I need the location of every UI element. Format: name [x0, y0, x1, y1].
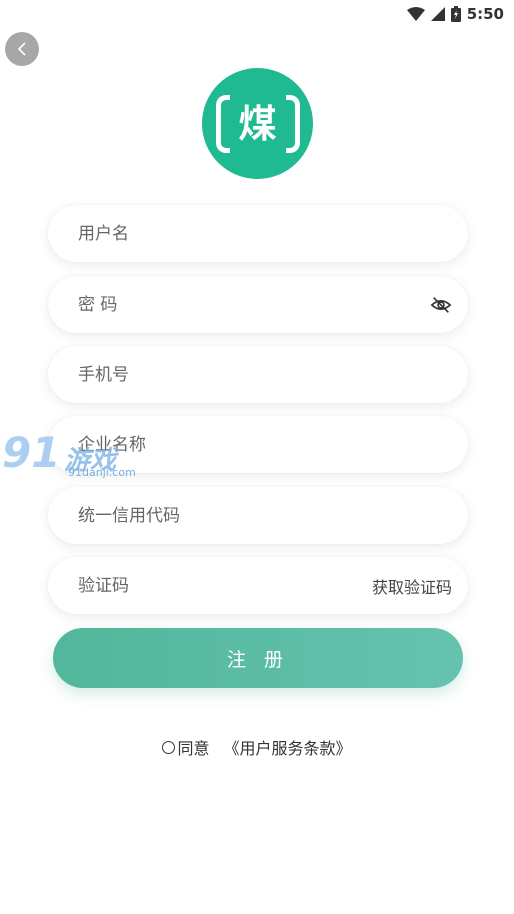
password-input[interactable]	[76, 293, 430, 316]
back-button[interactable]	[5, 32, 39, 66]
wifi-icon	[406, 7, 425, 21]
get-code-button[interactable]: 获取验证码	[372, 574, 452, 598]
back-icon	[17, 42, 26, 56]
phone-input[interactable]	[76, 363, 452, 386]
radio-icon[interactable]	[162, 740, 176, 754]
verify-code-input[interactable]	[76, 574, 372, 597]
credit-code-field[interactable]	[48, 487, 468, 544]
credit-code-input[interactable]	[76, 504, 452, 527]
company-field[interactable]	[48, 416, 468, 473]
logo-text: 煤	[238, 101, 277, 146]
agree-label[interactable]: 同意	[177, 735, 209, 759]
company-input[interactable]	[76, 433, 452, 456]
agreement: 同意 《用户服务条款》	[0, 735, 514, 759]
eye-off-icon[interactable]	[430, 294, 452, 316]
status-bar: 5:50	[0, 0, 514, 28]
password-field[interactable]	[48, 276, 468, 333]
register-button[interactable]: 注 册	[53, 628, 463, 688]
phone-field[interactable]	[48, 346, 468, 403]
app-logo: 煤	[202, 68, 313, 179]
battery-icon	[450, 6, 461, 22]
username-input[interactable]	[76, 222, 452, 245]
status-time: 5:50	[466, 5, 504, 23]
terms-link[interactable]: 《用户服务条款》	[224, 735, 352, 759]
verify-code-field[interactable]: 获取验证码	[48, 557, 468, 614]
username-field[interactable]	[48, 205, 468, 262]
signal-icon	[430, 7, 445, 21]
